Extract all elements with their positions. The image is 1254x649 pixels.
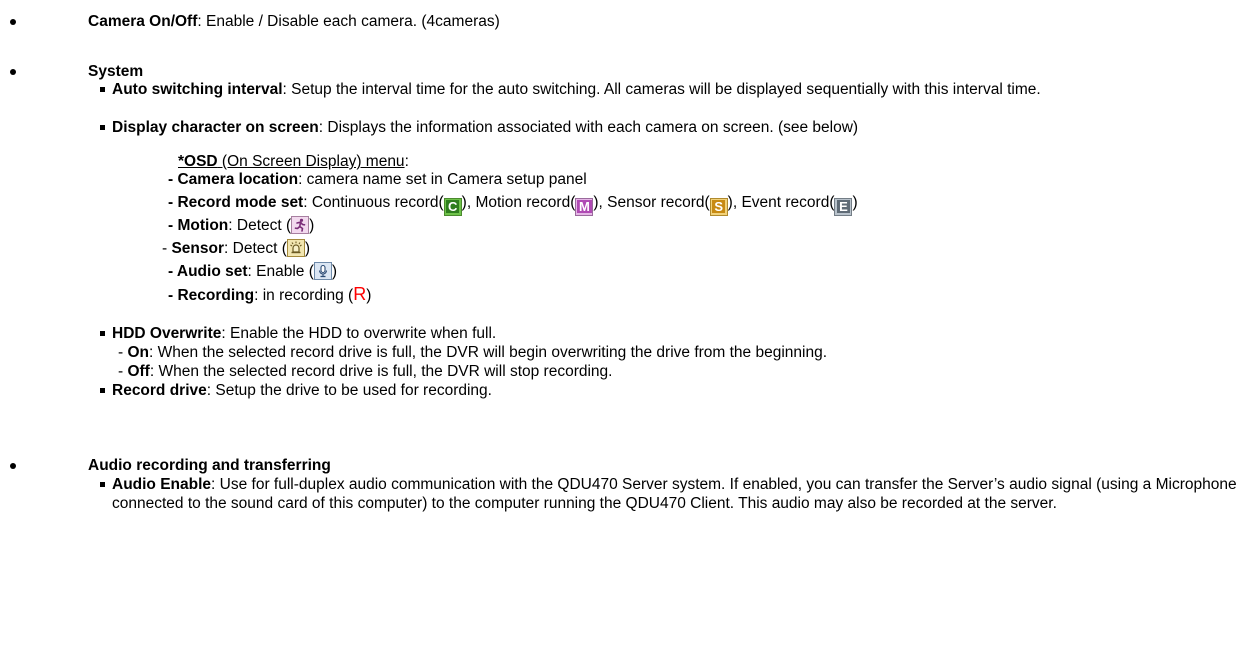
osd-recording: - Recording: in recording (R) bbox=[168, 284, 372, 305]
sensor-record-icon: S bbox=[709, 198, 728, 216]
document-page: { "camera_onoff": { "label": "Camera On/… bbox=[0, 0, 1254, 649]
osd-camera-location: - Camera location: camera name set in Ca… bbox=[168, 171, 587, 188]
square-bullet bbox=[100, 482, 105, 487]
osd-audio: - Audio set: Enable ( ) bbox=[168, 262, 338, 280]
square-bullet bbox=[100, 125, 105, 130]
osd-record-mode: - Record mode set: Continuous record(C),… bbox=[168, 194, 858, 216]
audio-enable-label: Audio Enable bbox=[112, 476, 212, 493]
square-bullet bbox=[100, 87, 105, 92]
running-person-icon bbox=[291, 216, 310, 234]
bullet bbox=[10, 19, 16, 25]
auto-switching-item: Auto switching interval: Setup the inter… bbox=[112, 80, 1240, 99]
hdd-overwrite-label: HDD Overwrite bbox=[112, 325, 222, 342]
auto-switching-text: : Setup the interval time for the auto s… bbox=[282, 81, 1041, 98]
record-drive-text: : Setup the drive to be used for recordi… bbox=[206, 382, 492, 399]
auto-switching-label: Auto switching interval bbox=[112, 81, 283, 98]
square-bullet bbox=[100, 331, 105, 336]
bullet bbox=[10, 463, 16, 469]
event-record-icon: E bbox=[834, 198, 853, 216]
camera-onoff-text: : Enable / Disable each camera. (4camera… bbox=[197, 13, 500, 30]
record-drive-label: Record drive bbox=[112, 382, 207, 399]
audio-heading: Audio recording and transferring bbox=[88, 457, 331, 474]
audio-enable-item: Audio Enable: Use for full-duplex audio … bbox=[112, 475, 1240, 513]
hdd-overwrite-on: - On: When the selected record drive is … bbox=[118, 344, 828, 361]
hdd-overwrite-off: - Off: When the selected record drive is… bbox=[118, 363, 613, 380]
record-drive-item: Record drive: Setup the drive to be used… bbox=[112, 381, 492, 400]
osd-sensor: - Sensor: Detect ( ) bbox=[162, 239, 311, 257]
motion-record-icon: M bbox=[575, 198, 594, 216]
osd-heading: *OSD (On Screen Display) menu: bbox=[178, 153, 409, 170]
camera-onoff-label: Camera On/Off bbox=[88, 13, 198, 30]
square-bullet bbox=[100, 388, 105, 393]
osd-motion: - Motion: Detect ( ) bbox=[168, 216, 315, 234]
continuous-record-icon: C bbox=[443, 198, 462, 216]
microphone-icon bbox=[313, 262, 332, 280]
alarm-bell-icon bbox=[286, 239, 305, 257]
display-character-item: Display character on screen: Displays th… bbox=[112, 118, 858, 137]
camera-onoff-item: Camera On/Off: Enable / Disable each cam… bbox=[88, 12, 500, 31]
recording-indicator: R bbox=[353, 284, 367, 304]
hdd-overwrite-item: HDD Overwrite: Enable the HDD to overwri… bbox=[112, 324, 496, 343]
display-character-label: Display character on screen bbox=[112, 119, 319, 136]
system-heading: System bbox=[88, 63, 144, 80]
hdd-overwrite-text: : Enable the HDD to overwrite when full. bbox=[221, 325, 497, 342]
display-character-text: : Displays the information associated wi… bbox=[318, 119, 859, 136]
bullet bbox=[10, 69, 16, 75]
audio-enable-text: : Use for full-duplex audio communicatio… bbox=[112, 476, 1237, 512]
